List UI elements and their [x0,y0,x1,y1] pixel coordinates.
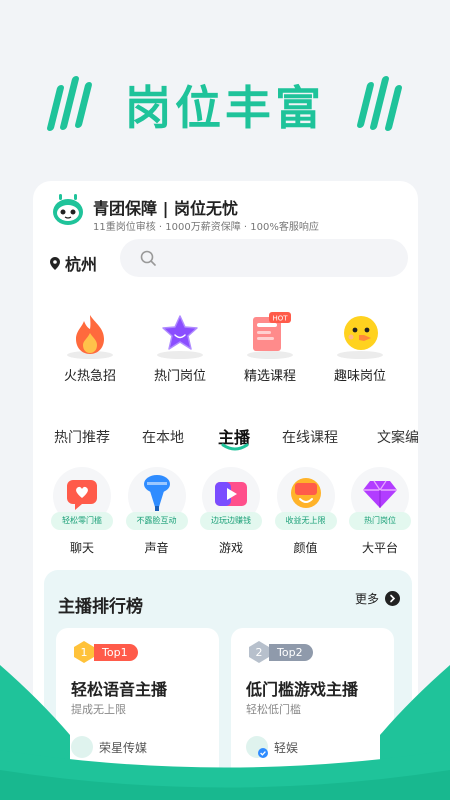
quick-entry-row: 火热急招 热门岗位 HOT 精选课程 趣味岗位 [45,312,405,384]
category-badge: 热门岗位 [349,512,411,530]
quick-entry-label: 热门岗位 [153,369,206,384]
game-icon [215,482,247,506]
category-label: 大平台 [361,541,398,555]
category-chat[interactable]: 轻松零门槛 聊天 [51,467,113,556]
more-label: 更多 [354,592,379,606]
quick-entry-hot-recruit[interactable]: 火热急招 [45,313,135,384]
streamer-category-row: 轻松零门槛 聊天 不露脸互动 声音 边玩边赚钱 游戏 收益无上限 颜值 热门岗位… [51,467,411,556]
chick-icon [344,316,378,350]
ranking-more-link[interactable]: 更多 [355,590,400,607]
category-voice[interactable]: 不露脸互动 声音 [125,467,188,556]
location-selector[interactable]: 杭州 [50,251,97,275]
chat-heart-icon [67,480,97,510]
brand-title: 青团保障 | 岗位无忧 [93,199,238,218]
tab-hot-recommend[interactable]: 热门推荐 [54,427,110,447]
beauty-icon [290,478,321,508]
tab-online-course[interactable]: 在线课程 [282,427,338,447]
tab-local[interactable]: 在本地 [142,427,184,447]
course-hot-icon: HOT [253,312,291,351]
search-icon [140,250,156,266]
category-badge: 不露脸互动 [125,512,188,530]
category-label: 游戏 [218,541,243,555]
category-badge: 边玩边赚钱 [200,512,262,530]
bottom-wave-decoration [0,665,450,800]
category-big-platform[interactable]: 热门岗位 大平台 [349,467,411,556]
location-city: 杭州 [65,255,98,274]
mascot-logo-icon [53,194,83,225]
category-badge: 收益无上限 [274,512,337,530]
search-input[interactable] [120,239,408,277]
quick-entry-label: 精选课程 [243,369,296,384]
category-game[interactable]: 边玩边赚钱 游戏 [200,467,262,556]
star-icon [162,315,198,350]
arrow-right-circle-icon [385,591,400,606]
svg-text:HOT: HOT [272,315,288,323]
quick-entry-fun-jobs[interactable]: 趣味岗位 [315,313,405,384]
active-tab-indicator [221,443,249,451]
microphone-icon [143,475,170,511]
category-tabs: 热门推荐 在本地 主播 在线课程 文案编 [33,421,418,461]
category-label: 颜值 [293,541,318,555]
category-label: 聊天 [69,541,94,555]
quick-entry-hot-jobs[interactable]: 热门岗位 [135,313,225,384]
quick-entry-label: 火热急招 [63,369,116,384]
ranking-title: 主播排行榜 [58,597,143,617]
quick-entry-label: 趣味岗位 [333,369,386,384]
category-label: 声音 [144,541,169,555]
hero-banner: 岗位丰富 [0,0,450,180]
quick-entry-courses[interactable]: HOT 精选课程 [225,312,315,384]
location-pin-icon [50,256,60,270]
brand-subtitle: 11重岗位审核 · 1000万薪资保障 · 100%客服响应 [93,222,319,233]
category-badge: 轻松零门槛 [51,512,113,530]
tab-copywriting[interactable]: 文案编 [377,427,418,447]
category-beauty[interactable]: 收益无上限 颜值 [274,467,337,556]
flame-icon [76,315,104,354]
diamond-icon [363,480,397,508]
